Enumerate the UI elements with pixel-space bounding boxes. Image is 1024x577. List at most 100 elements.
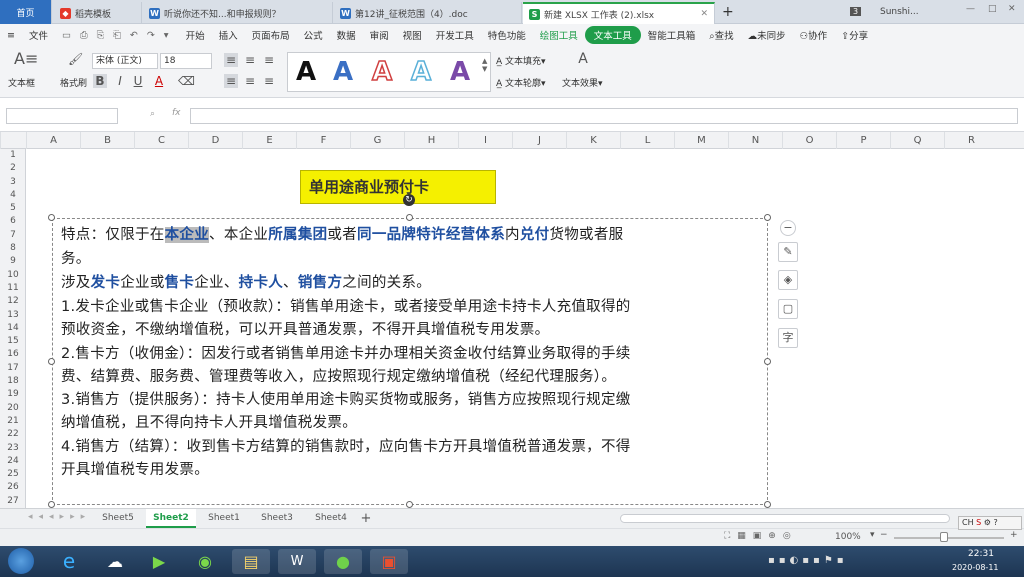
column-header[interactable]: A <box>26 132 80 149</box>
column-header[interactable]: L <box>620 132 674 149</box>
row-header[interactable]: 27 <box>0 495 26 508</box>
wordart-gallery[interactable]: A A A A A ▲ ▼ <box>287 52 491 92</box>
zoom-fx-icon[interactable]: ⌕ <box>150 109 155 119</box>
wordart-style-red-outline[interactable]: A <box>371 56 393 88</box>
search-button[interactable]: ⌕查找 <box>702 28 740 42</box>
zoom-menu-icon[interactable]: ▾ <box>870 530 875 540</box>
row-header[interactable]: 18 <box>0 375 26 388</box>
fill-bucket-icon[interactable]: ◈ <box>778 270 798 290</box>
column-header[interactable]: H <box>404 132 458 149</box>
row-header[interactable]: 4 <box>0 189 26 202</box>
underline-button[interactable]: U <box>131 74 145 88</box>
sync-button[interactable]: ☁未同步 <box>741 28 793 42</box>
font-size-select[interactable]: 18 <box>160 53 212 69</box>
column-header[interactable]: N <box>728 132 782 149</box>
select-all-corner[interactable] <box>0 132 26 149</box>
start-button[interactable] <box>8 548 34 574</box>
row-header[interactable]: 23 <box>0 442 26 455</box>
column-header[interactable]: Q <box>890 132 944 149</box>
menu-review[interactable]: 审阅 <box>363 28 396 42</box>
column-header[interactable]: C <box>134 132 188 149</box>
row-header[interactable]: 24 <box>0 455 26 468</box>
column-header[interactable]: D <box>188 132 242 149</box>
title-textbox[interactable]: 单用途商业预付卡 <box>300 170 496 204</box>
clear-format-icon[interactable]: ⌫ <box>178 74 195 88</box>
sheet-tab-sheet4[interactable]: Sheet4 <box>308 509 354 528</box>
name-box[interactable] <box>6 108 118 124</box>
row-header[interactable]: 20 <box>0 402 26 415</box>
close-window-icon[interactable]: ✕ <box>1008 4 1016 14</box>
menu-smart-toolbox[interactable]: 智能工具箱 <box>641 28 703 42</box>
explorer-icon[interactable]: ▤ <box>232 549 270 574</box>
row-header[interactable]: 10 <box>0 269 26 282</box>
column-header[interactable]: B <box>80 132 134 149</box>
hamburger-icon[interactable]: ≡ <box>0 30 22 41</box>
resize-handle[interactable] <box>764 501 771 508</box>
sheet-nav-icon[interactable]: ◂◂◂▸▸▸ <box>28 512 91 522</box>
row-header[interactable]: 3 <box>0 176 26 189</box>
zoom-slider[interactable] <box>894 537 1004 539</box>
collab-button[interactable]: ⚇协作 <box>793 28 835 42</box>
formula-input[interactable] <box>190 108 1018 124</box>
align-right-icon[interactable]: ≡ <box>262 74 276 88</box>
font-color-icon[interactable]: A <box>152 74 166 88</box>
pen-icon[interactable]: ✎ <box>778 242 798 262</box>
text-effects-button[interactable]: 文本效果▾ <box>562 76 603 89</box>
row-header[interactable]: 5 <box>0 202 26 215</box>
wordart-style-purple[interactable]: A <box>450 57 470 87</box>
row-header[interactable]: 17 <box>0 362 26 375</box>
tab-home[interactable]: 首页 <box>0 0 52 24</box>
resize-handle[interactable] <box>48 501 55 508</box>
maximize-icon[interactable]: □ <box>988 4 997 14</box>
row-header[interactable]: 16 <box>0 348 26 361</box>
text-effects-icon[interactable]: A <box>576 52 590 66</box>
row-header[interactable]: 7 <box>0 229 26 242</box>
zoom-level[interactable]: 100% <box>835 532 861 542</box>
sheet-tab-sheet3[interactable]: Sheet3 <box>254 509 300 528</box>
wordart-style-blue[interactable]: A <box>333 57 353 87</box>
close-icon[interactable]: ✕ <box>700 9 708 19</box>
clock-time[interactable]: 22:31 <box>968 549 994 559</box>
text-wrap-icon[interactable]: 字 <box>778 328 798 348</box>
italic-button[interactable]: I <box>113 74 127 88</box>
menu-formulas[interactable]: 公式 <box>297 28 330 42</box>
quick-access-toolbar[interactable]: ▭ ⎙ ⎘ ⎗ ↶ ↷ ▾ <box>55 30 179 41</box>
align-center-icon[interactable]: ≡ <box>243 74 257 88</box>
paintbrush-icon[interactable]: 🖌 <box>68 52 83 66</box>
add-sheet-icon[interactable]: + <box>358 509 374 528</box>
outline-icon[interactable]: ▢ <box>778 299 798 319</box>
row-header[interactable]: 19 <box>0 388 26 401</box>
recorder-icon[interactable]: ▣ <box>370 549 408 574</box>
row-header[interactable]: 6 <box>0 215 26 228</box>
ie-icon[interactable]: e <box>50 549 88 574</box>
gallery-scroll-icon[interactable]: ▲ ▼ <box>482 57 487 73</box>
tab-article[interactable]: W 听说你还不知...和申报规则？ <box>143 2 333 24</box>
content-textbox[interactable]: 特点：仅限于在本企业、本企业所属集团或者同一品牌特许经营体系内兑付货物或者服 务… <box>52 218 768 505</box>
share-button[interactable]: ⇪分享 <box>834 28 875 42</box>
rotate-handle-icon[interactable]: ↻ <box>403 194 415 206</box>
menu-view[interactable]: 视图 <box>396 28 429 42</box>
font-name-select[interactable]: 宋体 (正文) <box>92 53 158 69</box>
clock-date[interactable]: 2020-08-11 <box>952 563 999 572</box>
collapse-icon[interactable]: − <box>780 220 796 236</box>
minimize-icon[interactable]: — <box>966 4 975 14</box>
fx-label[interactable]: fx <box>172 108 181 118</box>
textbox-button[interactable]: 文本框 <box>8 76 35 89</box>
browser-360-icon[interactable]: ◉ <box>186 549 224 574</box>
view-mode-icons[interactable]: ⛶▦▣⊕◎ <box>724 531 798 541</box>
row-header[interactable]: 14 <box>0 322 26 335</box>
row-header[interactable]: 11 <box>0 282 26 295</box>
zoom-out-icon[interactable]: − <box>880 530 888 540</box>
menu-insert[interactable]: 插入 <box>212 28 245 42</box>
sheet-tab-sheet5[interactable]: Sheet5 <box>95 509 141 528</box>
row-header[interactable]: 26 <box>0 481 26 494</box>
row-header[interactable]: 2 <box>0 162 26 175</box>
wps-writer-icon[interactable]: W <box>278 549 316 574</box>
menu-text-tools[interactable]: 文本工具 <box>584 26 641 44</box>
align-left-icon[interactable]: ≡ <box>224 74 238 88</box>
user-account[interactable]: Sunshi... <box>880 7 919 17</box>
sheet-tab-sheet2[interactable]: Sheet2 <box>146 509 196 528</box>
column-header[interactable]: R <box>944 132 998 149</box>
menu-page-layout[interactable]: 页面布局 <box>245 28 297 42</box>
menu-home[interactable]: 开始 <box>179 28 212 42</box>
